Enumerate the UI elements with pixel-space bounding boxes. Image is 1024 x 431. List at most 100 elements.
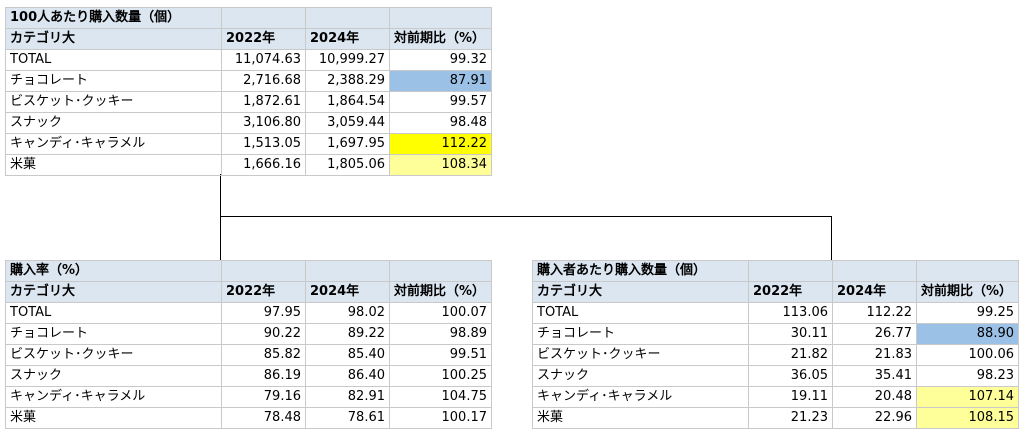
- category-cell: キャンディ･キャラメル: [532, 386, 749, 408]
- value-2022-cell: 1,513.05: [221, 133, 306, 155]
- category-cell: チョコレート: [5, 70, 222, 92]
- category-cell: キャンディ･キャラメル: [5, 133, 222, 155]
- category-cell: ビスケット･クッキー: [532, 344, 749, 366]
- header-category: カテゴリ大: [5, 28, 222, 50]
- table-header-row: カテゴリ大 2022年 2024年 対前期比（%）: [532, 281, 1019, 303]
- value-2022-cell: 86.19: [221, 365, 306, 387]
- category-cell: TOTAL: [532, 302, 749, 324]
- table-row: キャンディ･キャラメル 19.11 20.48 107.14: [532, 386, 1019, 408]
- value-2024-cell: 112.22: [832, 302, 917, 324]
- value-2022-cell: 1,872.61: [221, 91, 306, 113]
- ratio-cell: 99.51: [389, 344, 492, 366]
- value-2024-cell: 3,059.44: [305, 112, 390, 134]
- value-2024-cell: 2,388.29: [305, 70, 390, 92]
- value-2024-cell: 22.96: [832, 407, 917, 429]
- ratio-cell: 98.89: [389, 323, 492, 345]
- table-row: 米菓 21.23 22.96 108.15: [532, 407, 1019, 429]
- value-2022-cell: 21.23: [748, 407, 833, 429]
- ratio-cell: 112.22: [389, 133, 492, 155]
- table-row: スナック 36.05 35.41 98.23: [532, 365, 1019, 387]
- ratio-cell: 99.57: [389, 91, 492, 113]
- header-2024: 2024年: [832, 281, 917, 303]
- header-category: カテゴリ大: [532, 281, 749, 303]
- value-2024-cell: 20.48: [832, 386, 917, 408]
- table-quantity-per-buyer: 購入者あたり購入数量（個） カテゴリ大 2022年 2024年 対前期比（%） …: [532, 260, 1019, 429]
- value-2024-cell: 89.22: [305, 323, 390, 345]
- value-2022-cell: 85.82: [221, 344, 306, 366]
- table-row: スナック 3,106.80 3,059.44 98.48: [5, 112, 492, 134]
- value-2022-cell: 1,666.16: [221, 154, 306, 176]
- table-row: キャンディ･キャラメル 79.16 82.91 104.75: [5, 386, 492, 408]
- value-2024-cell: 98.02: [305, 302, 390, 324]
- table-purchase-rate: 購入率（%） カテゴリ大 2022年 2024年 対前期比（%） TOTAL 97…: [5, 260, 492, 429]
- table-row: TOTAL 113.06 112.22 99.25: [532, 302, 1019, 324]
- table-row: キャンディ･キャラメル 1,513.05 1,697.95 112.22: [5, 133, 492, 155]
- ratio-cell: 99.32: [389, 49, 492, 71]
- category-cell: 米菓: [5, 154, 222, 176]
- ratio-cell: 98.23: [916, 365, 1019, 387]
- connector-line-vertical-right: [831, 216, 832, 260]
- table-title: 購入者あたり購入数量（個）: [532, 260, 749, 282]
- header-ratio: 対前期比（%）: [916, 281, 1019, 303]
- value-2022-cell: 78.48: [221, 407, 306, 429]
- value-2022-cell: 19.11: [748, 386, 833, 408]
- ratio-cell: 104.75: [389, 386, 492, 408]
- value-2024-cell: 85.40: [305, 344, 390, 366]
- table-row: 米菓 1,666.16 1,805.06 108.34: [5, 154, 492, 176]
- header-ratio: 対前期比（%）: [389, 28, 492, 50]
- value-2022-cell: 36.05: [748, 365, 833, 387]
- ratio-cell: 107.14: [916, 386, 1019, 408]
- connector-line-vertical-left: [220, 216, 221, 260]
- category-cell: スナック: [532, 365, 749, 387]
- value-2022-cell: 113.06: [748, 302, 833, 324]
- value-2024-cell: 1,864.54: [305, 91, 390, 113]
- ratio-cell: 108.34: [389, 154, 492, 176]
- table-header-row: カテゴリ大 2022年 2024年 対前期比（%）: [5, 281, 492, 303]
- ratio-cell: 100.07: [389, 302, 492, 324]
- ratio-cell: 100.25: [389, 365, 492, 387]
- header-2024: 2024年: [305, 281, 390, 303]
- table-title-row: 100人あたり購入数量（個）: [5, 7, 492, 29]
- category-cell: TOTAL: [5, 302, 222, 324]
- ratio-cell: 100.17: [389, 407, 492, 429]
- ratio-cell: 99.25: [916, 302, 1019, 324]
- table-row: ビスケット･クッキー 21.82 21.83 100.06: [532, 344, 1019, 366]
- table-row: 米菓 78.48 78.61 100.17: [5, 407, 492, 429]
- category-cell: スナック: [5, 112, 222, 134]
- header-2024: 2024年: [305, 28, 390, 50]
- category-cell: 米菓: [532, 407, 749, 429]
- value-2024-cell: 21.83: [832, 344, 917, 366]
- value-2024-cell: 1,697.95: [305, 133, 390, 155]
- value-2024-cell: 26.77: [832, 323, 917, 345]
- table-row: TOTAL 97.95 98.02 100.07: [5, 302, 492, 324]
- ratio-cell: 100.06: [916, 344, 1019, 366]
- value-2022-cell: 90.22: [221, 323, 306, 345]
- value-2024-cell: 86.40: [305, 365, 390, 387]
- category-cell: ビスケット･クッキー: [5, 91, 222, 113]
- connector-line-horizontal: [220, 216, 832, 217]
- category-cell: ビスケット･クッキー: [5, 344, 222, 366]
- table-title: 購入率（%）: [5, 260, 222, 282]
- value-2022-cell: 3,106.80: [221, 112, 306, 134]
- table-title: 100人あたり購入数量（個）: [5, 7, 222, 29]
- header-2022: 2022年: [221, 281, 306, 303]
- header-ratio: 対前期比（%）: [389, 281, 492, 303]
- header-2022: 2022年: [221, 28, 306, 50]
- table-row: TOTAL 11,074.63 10,999.27 99.32: [5, 49, 492, 71]
- connector-line-vertical-top: [220, 174, 221, 216]
- category-cell: TOTAL: [5, 49, 222, 71]
- value-2024-cell: 1,805.06: [305, 154, 390, 176]
- table-title-row: 購入者あたり購入数量（個）: [532, 260, 1019, 282]
- value-2024-cell: 35.41: [832, 365, 917, 387]
- value-2024-cell: 82.91: [305, 386, 390, 408]
- ratio-cell: 88.90: [916, 323, 1019, 345]
- category-cell: チョコレート: [5, 323, 222, 345]
- value-2022-cell: 30.11: [748, 323, 833, 345]
- ratio-cell: 98.48: [389, 112, 492, 134]
- table-row: チョコレート 30.11 26.77 88.90: [532, 323, 1019, 345]
- table-row: スナック 86.19 86.40 100.25: [5, 365, 492, 387]
- category-cell: チョコレート: [532, 323, 749, 345]
- value-2022-cell: 79.16: [221, 386, 306, 408]
- table-per-100-people-quantity: 100人あたり購入数量（個） カテゴリ大 2022年 2024年 対前期比（%）…: [5, 7, 492, 176]
- value-2022-cell: 21.82: [748, 344, 833, 366]
